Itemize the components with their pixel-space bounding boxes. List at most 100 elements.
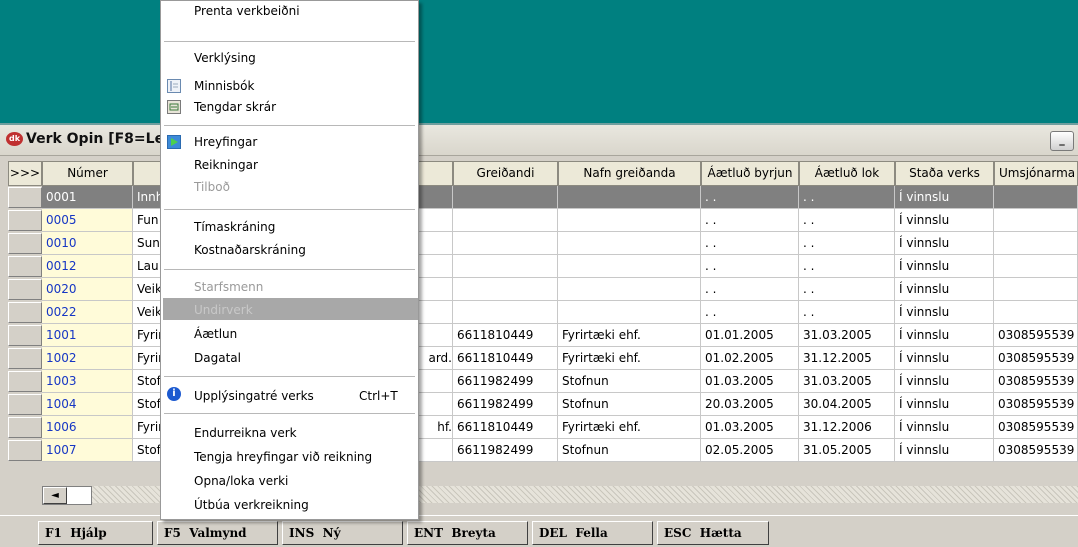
cell-payer[interactable] [453,186,558,209]
cell-end-date[interactable]: 31.03.2005 [799,324,895,347]
menu-item-info-tree[interactable]: Upplýsingatré verks [194,389,314,403]
cell-payer[interactable] [453,232,558,255]
cell-manager[interactable] [994,278,1078,301]
menu-item-plan[interactable]: Áætlun [194,327,237,341]
menu-item-link-transactions[interactable]: Tengja hreyfingar við reikning [194,450,372,464]
cell-payer-name[interactable]: Fyrirtæki ehf. [558,347,701,370]
cell-start-date[interactable]: . . [701,278,799,301]
cell-number[interactable]: 1007 [42,439,133,462]
cell-status[interactable]: Í vinnslu [895,416,994,439]
cell-number[interactable]: 1002 [42,347,133,370]
cell-payer-name[interactable] [558,301,701,324]
cell-payer[interactable]: 6611810449 [453,347,558,370]
cell-status[interactable]: Í vinnslu [895,186,994,209]
column-payer-name-header[interactable]: Nafn greiðanda [558,161,701,186]
cell-number[interactable]: 0020 [42,278,133,301]
row-selector[interactable] [8,210,42,231]
cell-start-date[interactable]: . . [701,301,799,324]
cell-manager[interactable]: 0308595539 [994,324,1078,347]
menu-item-make-invoice[interactable]: Útbúa verkreikning [194,498,309,512]
ins-new-button[interactable]: INS Ný [282,521,403,545]
cell-manager[interactable]: 0308595539 [994,416,1078,439]
menu-item-calendar[interactable]: Dagatal [194,351,241,365]
cell-manager[interactable] [994,209,1078,232]
cell-end-date[interactable]: . . [799,209,895,232]
cell-number[interactable]: 0012 [42,255,133,278]
ent-edit-button[interactable]: ENT Breyta [407,521,528,545]
menu-item-description[interactable]: Verklýsing [194,51,256,65]
cell-start-date[interactable]: 01.03.2005 [701,416,799,439]
cell-status[interactable]: Í vinnslu [895,439,994,462]
cell-status[interactable]: Í vinnslu [895,232,994,255]
column-end-header[interactable]: Áætluð lok [799,161,895,186]
cell-start-date[interactable]: . . [701,186,799,209]
cell-payer-name[interactable] [558,232,701,255]
cell-number[interactable]: 1003 [42,370,133,393]
column-payer-header[interactable]: Greiðandi [453,161,558,186]
cell-number[interactable]: 1001 [42,324,133,347]
cell-payer-name[interactable] [558,278,701,301]
menu-item-print[interactable]: Prenta verkbeiðni [194,4,300,18]
menu-item-transactions[interactable]: Hreyfingar [194,135,257,149]
cell-status[interactable]: Í vinnslu [895,209,994,232]
cell-status[interactable]: Í vinnslu [895,255,994,278]
cell-start-date[interactable]: 01.02.2005 [701,347,799,370]
cell-end-date[interactable]: . . [799,301,895,324]
cell-end-date[interactable]: . . [799,278,895,301]
cell-end-date[interactable]: 31.12.2006 [799,416,895,439]
cell-payer-name[interactable]: Stofnun [558,370,701,393]
cell-start-date[interactable]: . . [701,232,799,255]
cell-payer[interactable] [453,209,558,232]
menu-item-linked-files[interactable]: Tengdar skrár [194,100,276,114]
cell-payer-name[interactable]: Fyrirtæki ehf. [558,416,701,439]
row-selector[interactable] [8,256,42,277]
cell-status[interactable]: Í vinnslu [895,278,994,301]
cell-manager[interactable]: 0308595539 [994,370,1078,393]
cell-end-date[interactable]: 31.05.2005 [799,439,895,462]
menu-item-open-close[interactable]: Opna/loka verki [194,474,288,488]
cell-manager[interactable]: 0308595539 [994,439,1078,462]
cell-payer-name[interactable]: Stofnun [558,439,701,462]
cell-start-date[interactable]: 02.05.2005 [701,439,799,462]
cell-payer[interactable]: 6611982499 [453,370,558,393]
menu-item-cost-registration[interactable]: Kostnaðarskráning [194,243,306,257]
row-selector[interactable] [8,371,42,392]
cell-start-date[interactable]: 01.03.2005 [701,370,799,393]
cell-status[interactable]: Í vinnslu [895,301,994,324]
cell-payer[interactable] [453,278,558,301]
cell-payer[interactable]: 6611982499 [453,393,558,416]
cell-payer-name[interactable] [558,209,701,232]
cell-payer[interactable]: 6611810449 [453,416,558,439]
cell-end-date[interactable]: 30.04.2005 [799,393,895,416]
row-selector[interactable] [8,187,42,208]
column-start-header[interactable]: Áætluð byrjun [701,161,799,186]
cell-manager[interactable] [994,301,1078,324]
menu-item-time-registration[interactable]: Tímaskráning [194,220,275,234]
cell-end-date[interactable]: . . [799,232,895,255]
cell-status[interactable]: Í vinnslu [895,347,994,370]
cell-end-date[interactable]: . . [799,255,895,278]
f5-menu-button[interactable]: F5 Valmynd [157,521,278,545]
cell-payer-name[interactable] [558,255,701,278]
cell-payer[interactable]: 6611810449 [453,324,558,347]
column-manager-header[interactable]: Umsjónarma [994,161,1078,186]
row-selector[interactable] [8,348,42,369]
cell-number[interactable]: 1006 [42,416,133,439]
cell-manager[interactable]: 0308595539 [994,347,1078,370]
cell-payer[interactable] [453,255,558,278]
cell-status[interactable]: Í vinnslu [895,370,994,393]
menu-item-invoices[interactable]: Reikningar [194,158,258,172]
cell-manager[interactable]: 0308595539 [994,393,1078,416]
row-selector[interactable] [8,325,42,346]
cell-payer-name[interactable]: Stofnun [558,393,701,416]
cell-manager[interactable] [994,255,1078,278]
cell-payer[interactable]: 6611982499 [453,439,558,462]
menu-item-notebook[interactable]: Minnisbók [194,79,254,93]
cell-status[interactable]: Í vinnslu [895,324,994,347]
cell-number[interactable]: 0010 [42,232,133,255]
menu-item-recalculate[interactable]: Endurreikna verk [194,426,297,440]
cell-payer-name[interactable]: Fyrirtæki ehf. [558,324,701,347]
cell-start-date[interactable]: 20.03.2005 [701,393,799,416]
cell-payer-name[interactable] [558,186,701,209]
row-selector[interactable] [8,394,42,415]
